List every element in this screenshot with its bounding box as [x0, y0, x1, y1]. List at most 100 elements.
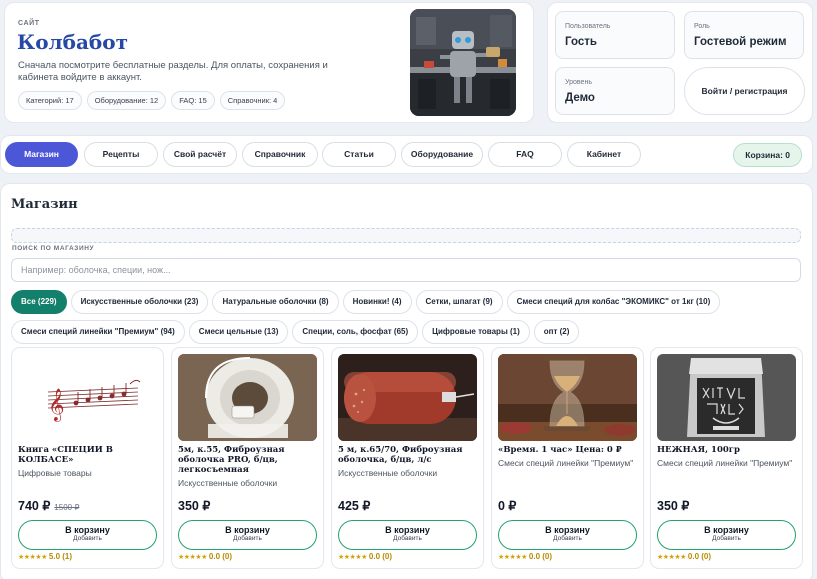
add-to-cart-button[interactable]: В корзину Добавить — [498, 520, 637, 550]
notice-area — [11, 228, 801, 243]
site-eyebrow: САЙТ — [18, 20, 40, 27]
price-value: 350 ₽ — [178, 499, 211, 513]
nav-recipes[interactable]: Рецепты — [84, 142, 158, 167]
product-category: Цифровые товары — [18, 468, 92, 478]
product-price: 0 ₽ — [498, 498, 516, 513]
add-to-cart-label: В корзину — [225, 525, 270, 535]
rating-value: 0.0 (0) — [208, 552, 233, 561]
category-chip-all[interactable]: Все (229) — [11, 290, 67, 314]
add-to-cart-sublabel: Добавить — [73, 535, 102, 542]
category-chip-whole-mixes[interactable]: Смеси цельные (13) — [188, 320, 289, 344]
nav-shop[interactable]: Магазин — [5, 142, 78, 167]
product-image-casing-roll — [178, 354, 317, 441]
add-to-cart-sublabel: Добавить — [393, 535, 422, 542]
product-card[interactable]: 5м, к.55, Фиброузная оболочка PRO, б/цв,… — [171, 347, 324, 569]
stat-chip-equipment: Оборудование: 12 — [86, 91, 167, 110]
product-name[interactable]: 5м, к.55, Фиброузная оболочка PRO, б/цв,… — [178, 445, 318, 475]
cart-button[interactable]: Корзина: 0 — [733, 143, 802, 167]
rating-value: 0.0 (0) — [528, 552, 553, 561]
star-icons: ★★★★★ — [498, 554, 527, 561]
add-to-cart-button[interactable]: В корзину Добавить — [338, 520, 477, 550]
category-chip-nets-twine[interactable]: Сетки, шпагат (9) — [415, 290, 503, 314]
rating-value: 5.0 (1) — [48, 552, 73, 561]
role-value: Гостевой режим — [694, 36, 787, 48]
nav-own-calc[interactable]: Свой расчёт — [163, 142, 237, 167]
category-chip-artificial-casings[interactable]: Искусственные оболочки (23) — [70, 290, 209, 314]
site-description: Сначала посмотрите бесплатные разделы. Д… — [18, 60, 328, 83]
search-label: ПОИСК ПО МАГАЗИНУ — [12, 245, 95, 252]
product-card[interactable]: НЕЖНАЯ, 100гр Смеси специй линейки "Прем… — [650, 347, 803, 569]
star-icons: ★★★★★ — [338, 554, 367, 561]
add-to-cart-sublabel: Добавить — [233, 535, 262, 542]
product-rating: ★★★★★ 0.0 (0) — [657, 552, 711, 561]
product-price: 425 ₽ — [338, 498, 370, 513]
product-image-spice-pack — [657, 354, 796, 441]
search-input[interactable] — [11, 258, 801, 282]
product-category: Смеси специй линейки "Премиум" — [657, 458, 793, 468]
product-card[interactable]: «Время. 1 час» Цена: 0 ₽ Смеси специй ли… — [491, 347, 644, 569]
product-image-book: 𝄞 — [18, 354, 157, 441]
category-chip-premium[interactable]: Смеси специй линейки "Премиум" (94) — [11, 320, 185, 344]
main-nav: Магазин Рецепты Свой расчёт Справочник С… — [0, 135, 813, 174]
product-image-hourglass — [498, 354, 637, 441]
category-chip-spices-salt[interactable]: Специи, соль, фосфат (65) — [292, 320, 419, 344]
product-name[interactable]: Книга «СПЕЦИИ В КОЛБАСЕ» — [18, 445, 158, 465]
level-box: Уровень Демо — [555, 67, 675, 115]
rating-value: 0.0 (0) — [687, 552, 712, 561]
product-name[interactable]: НЕЖНАЯ, 100гр — [657, 445, 797, 455]
price-value: 350 ₽ — [657, 499, 690, 513]
category-chip-natural-casings[interactable]: Натуральные оболочки (8) — [212, 290, 339, 314]
category-chip-wholesale[interactable]: опт (2) — [533, 320, 580, 344]
rating-value: 0.0 (0) — [368, 552, 393, 561]
stat-chip-faq: FAQ: 15 — [171, 91, 215, 110]
add-to-cart-button[interactable]: В корзину Добавить — [18, 520, 157, 550]
add-to-cart-button[interactable]: В корзину Добавить — [178, 520, 317, 550]
nav-faq[interactable]: FAQ — [488, 142, 562, 167]
header-card: САЙТ Колбабот Сначала посмотрите бесплат… — [4, 2, 534, 123]
category-filters: Все (229) Искусственные оболочки (23) На… — [11, 290, 811, 350]
product-rating: ★★★★★ 0.0 (0) — [498, 552, 552, 561]
stats-chips: Категорий: 17 Оборудование: 12 FAQ: 15 С… — [18, 91, 286, 110]
product-rating: ★★★★★ 0.0 (0) — [178, 552, 232, 561]
add-to-cart-label: В корзину — [704, 525, 749, 535]
site-title: Колбабот — [17, 30, 129, 54]
add-to-cart-button[interactable]: В корзину Добавить — [657, 520, 796, 550]
star-icons: ★★★★★ — [18, 554, 47, 561]
product-rating: ★★★★★ 5.0 (1) — [18, 552, 72, 561]
stat-chip-categories: Категорий: 17 — [18, 91, 82, 110]
product-card[interactable]: 5 м, к.65/70, Фиброузная оболочка, б/цв,… — [331, 347, 484, 569]
add-to-cart-sublabel: Добавить — [553, 535, 582, 542]
price-value: 740 ₽ — [18, 499, 51, 513]
price-value: 0 ₽ — [498, 499, 517, 513]
star-icons: ★★★★★ — [657, 554, 686, 561]
add-to-cart-label: В корзину — [385, 525, 430, 535]
nav-reference[interactable]: Справочник — [242, 142, 318, 167]
product-name[interactable]: «Время. 1 час» Цена: 0 ₽ — [498, 445, 638, 455]
role-box: Роль Гостевой режим — [684, 11, 804, 59]
product-name[interactable]: 5 м, к.65/70, Фиброузная оболочка, б/цв,… — [338, 445, 478, 465]
product-card[interactable]: 𝄞 Книга «СПЕЦИИ В КОЛБАСЕ» Цифровые това… — [11, 347, 164, 569]
shop-section: Магазин ПОИСК ПО МАГАЗИНУ Все (229) Иску… — [0, 183, 813, 579]
add-to-cart-label: В корзину — [65, 525, 110, 535]
product-category: Смеси специй линейки "Премиум" — [498, 458, 634, 468]
category-chip-digital[interactable]: Цифровые товары (1) — [422, 320, 530, 344]
nav-equipment[interactable]: Оборудование — [401, 142, 483, 167]
category-chip-new[interactable]: Новинки! (4) — [342, 290, 412, 314]
star-icons: ★★★★★ — [178, 554, 207, 561]
category-chip-ekomiks[interactable]: Смеси специй для колбас "ЭКОМИКС" от 1кг… — [506, 290, 721, 314]
role-label: Роль — [694, 23, 710, 30]
old-price: 1500 ₽ — [54, 503, 80, 512]
robot-kitchen-image — [410, 9, 516, 116]
product-price: 350 ₽ — [178, 498, 210, 513]
stat-chip-reference: Справочник: 4 — [219, 91, 286, 110]
nav-cabinet[interactable]: Кабинет — [567, 142, 641, 167]
product-price: 740 ₽1500 ₽ — [18, 498, 79, 513]
nav-articles[interactable]: Статьи — [322, 142, 396, 167]
price-value: 425 ₽ — [338, 499, 371, 513]
add-to-cart-sublabel: Добавить — [712, 535, 741, 542]
login-button[interactable]: Войти / регистрация — [684, 67, 805, 115]
svg-text:𝄞: 𝄞 — [48, 388, 65, 422]
product-image-sausage — [338, 354, 477, 441]
user-box: Пользователь Гость — [555, 11, 675, 59]
shop-title: Магазин — [11, 197, 78, 212]
